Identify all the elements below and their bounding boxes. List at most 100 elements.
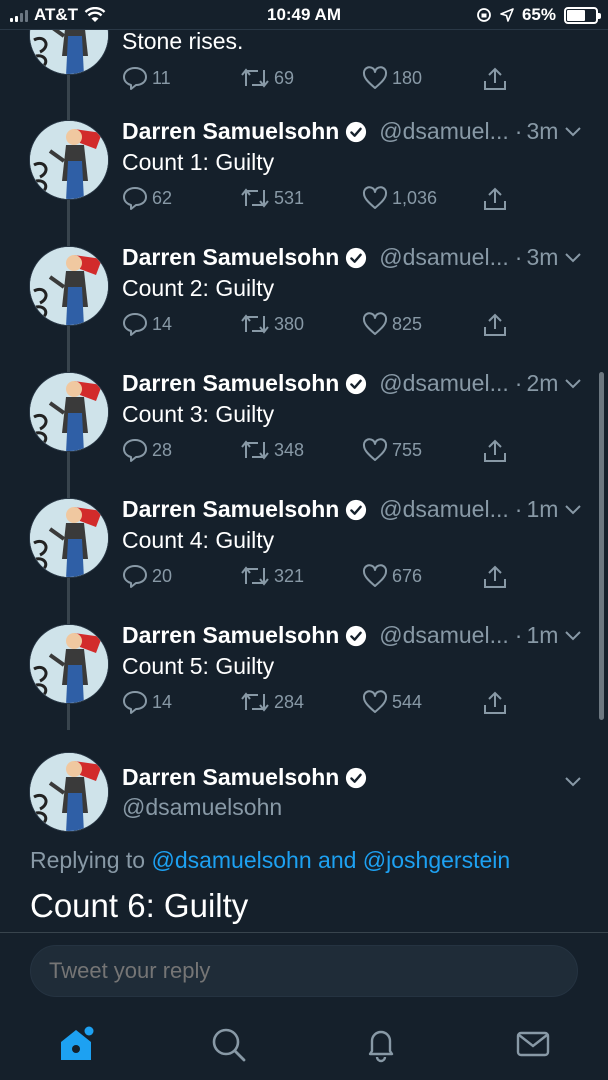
like-button[interactable]: 825 — [362, 312, 422, 336]
tweet-header: Darren Samuelsohn @dsamuel... · 1m — [122, 622, 558, 649]
reply-bar — [0, 932, 608, 1012]
avatar[interactable] — [29, 372, 109, 452]
author-handle[interactable]: @dsamuel... — [379, 496, 508, 523]
chevron-down-icon[interactable] — [564, 378, 582, 390]
battery-level — [567, 9, 586, 21]
tab-bar — [0, 1012, 608, 1080]
share-button[interactable] — [482, 564, 508, 590]
chevron-down-icon[interactable] — [564, 252, 582, 264]
tweet-actions: 14 284 544 — [122, 690, 512, 720]
notifications-icon[interactable] — [361, 1024, 401, 1064]
verified-badge-icon — [346, 247, 367, 268]
location-icon — [500, 8, 514, 22]
thread[interactable]: Stone rises. 11 69 180 Darren Samuelsohn… — [0, 0, 608, 932]
avatar-image — [30, 247, 108, 325]
retweet-button[interactable]: 284 — [240, 690, 304, 714]
retweet-button[interactable]: 69 — [240, 66, 294, 90]
like-count: 755 — [392, 439, 423, 460]
author-handle[interactable]: @dsamuel... — [379, 244, 508, 271]
tweet-actions: 11 69 180 — [122, 66, 512, 96]
verified-badge-icon — [346, 499, 367, 520]
retweet-count: 69 — [274, 67, 295, 88]
share-button[interactable] — [482, 66, 508, 92]
verified-badge-icon — [346, 767, 367, 788]
retweet-button[interactable]: 348 — [240, 438, 304, 462]
chevron-down-icon[interactable] — [564, 126, 582, 138]
timestamp-separator: · — [514, 496, 523, 522]
reply-button[interactable]: 20 — [122, 564, 172, 588]
chevron-down-icon[interactable] — [564, 776, 582, 788]
like-button[interactable]: 180 — [362, 66, 422, 90]
chevron-down-icon[interactable] — [564, 504, 582, 516]
status-bar: AT&T 10:49 AM 65% — [0, 0, 608, 30]
like-button[interactable]: 544 — [362, 690, 422, 714]
reply-button[interactable]: 14 — [122, 690, 172, 714]
tweet[interactable]: Darren Samuelsohn @dsamuel... · 2m Count 3: … — [0, 370, 608, 496]
battery-icon — [564, 6, 601, 24]
author-handle[interactable]: @dsamuel... — [379, 118, 508, 145]
tweet[interactable]: Darren Samuelsohn @dsamuel... · 1m Count 4: … — [0, 496, 608, 622]
tweet-text: Count 2: Guilty — [122, 275, 275, 301]
retweet-button[interactable]: 380 — [240, 312, 304, 336]
retweet-count: 284 — [274, 691, 305, 712]
main-tweet-author[interactable]: Darren Samuelsohn — [122, 764, 367, 791]
timestamp-separator: · — [514, 622, 523, 648]
tweet-header: Darren Samuelsohn @dsamuel... · 1m — [122, 496, 558, 523]
verified-badge-icon — [346, 625, 367, 646]
reply-button[interactable]: 11 — [122, 66, 171, 90]
author-name[interactable]: Darren Samuelsohn — [122, 622, 339, 649]
share-button[interactable] — [482, 312, 508, 338]
retweet-count: 531 — [274, 187, 305, 208]
author-name[interactable]: Darren Samuelsohn — [122, 118, 339, 145]
reply-button[interactable]: 14 — [122, 312, 172, 336]
like-count: 676 — [392, 565, 423, 586]
replying-user-link[interactable]: @joshgerstein — [363, 847, 510, 873]
like-button[interactable]: 755 — [362, 438, 422, 462]
tweet-actions: 20 321 676 — [122, 564, 512, 594]
tweet-header: Darren Samuelsohn @dsamuel... · 3m — [122, 118, 558, 145]
like-button[interactable]: 676 — [362, 564, 422, 588]
author-handle[interactable]: @dsamuel... — [379, 622, 508, 649]
tweet[interactable]: Darren Samuelsohn @dsamuel... · 3m Count 1: … — [0, 118, 608, 244]
avatar[interactable] — [29, 624, 109, 704]
avatar-image — [30, 753, 108, 831]
avatar[interactable] — [29, 246, 109, 326]
verified-badge-icon — [346, 373, 367, 394]
author-handle[interactable]: @dsamuel... — [379, 370, 508, 397]
reply-button[interactable]: 62 — [122, 186, 172, 210]
author-name[interactable]: Darren Samuelsohn — [122, 244, 339, 271]
reply-button[interactable]: 28 — [122, 438, 172, 462]
replying-user-link[interactable]: @dsamuelsohn — [151, 847, 311, 873]
author-name[interactable]: Darren Samuelsohn — [122, 496, 339, 523]
home-icon[interactable] — [56, 1024, 96, 1064]
retweet-button[interactable]: 531 — [240, 186, 304, 210]
author-name[interactable]: Darren Samuelsohn — [122, 370, 339, 397]
tweet-actions: 62 531 1,036 — [122, 186, 512, 216]
avatar[interactable] — [29, 120, 109, 200]
search-icon[interactable] — [208, 1024, 248, 1064]
avatar-image — [30, 499, 108, 577]
messages-icon[interactable] — [513, 1024, 553, 1064]
tweet-text: Count 3: Guilty — [122, 401, 275, 427]
main-tweet-handle[interactable]: @dsamuelsohn — [122, 794, 282, 821]
scrollbar[interactable] — [599, 372, 604, 720]
reply-input[interactable] — [30, 945, 578, 997]
timestamp: 3m — [526, 118, 559, 144]
share-button[interactable] — [482, 690, 508, 716]
chevron-down-icon[interactable] — [564, 630, 582, 642]
timestamp-separator: · — [514, 244, 523, 270]
tweet[interactable]: Darren Samuelsohn @dsamuel... · 1m Count 5: … — [0, 622, 608, 748]
tweet-text: Count 4: Guilty — [122, 527, 275, 553]
share-button[interactable] — [482, 186, 508, 212]
reply-count: 20 — [152, 565, 173, 586]
share-button[interactable] — [482, 438, 508, 464]
avatar[interactable] — [29, 498, 109, 578]
tweet[interactable]: Darren Samuelsohn @dsamuel... · 3m Count 2: … — [0, 244, 608, 370]
timestamp: 3m — [526, 244, 559, 270]
retweet-button[interactable]: 321 — [240, 564, 304, 588]
verified-badge-icon — [346, 121, 367, 142]
main-tweet-text: Count 6: Guilty — [30, 887, 249, 924]
avatar[interactable] — [29, 752, 109, 832]
like-count: 544 — [392, 691, 423, 712]
like-button[interactable]: 1,036 — [362, 186, 437, 210]
